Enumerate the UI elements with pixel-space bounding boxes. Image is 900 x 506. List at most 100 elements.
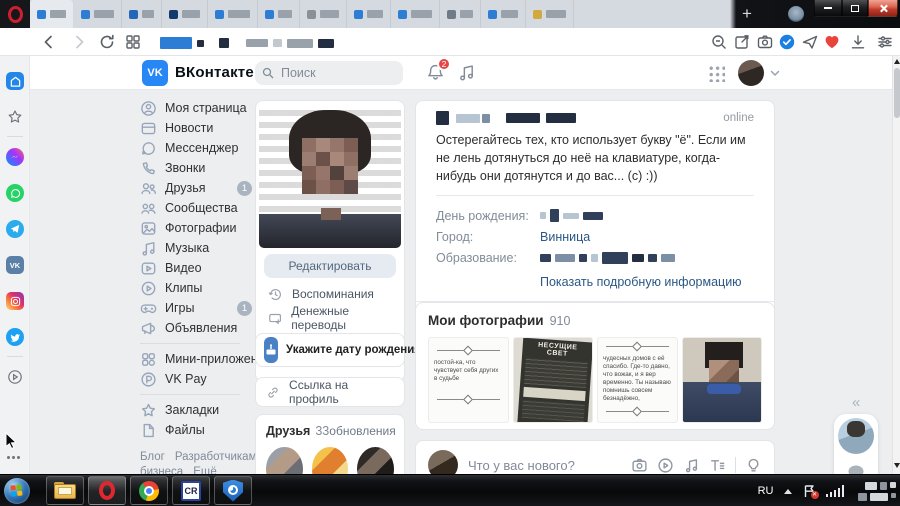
sidebar-item-vkpay[interactable]: VK Pay	[140, 369, 252, 389]
speed-dial-button[interactable]	[124, 33, 142, 51]
tab-strip[interactable]	[30, 0, 574, 28]
sidebar-item-clips[interactable]: Клипы	[140, 278, 252, 298]
taskbar-opera-button[interactable]	[88, 476, 126, 505]
send-to-device-icon[interactable]	[801, 33, 819, 51]
chevron-down-icon[interactable]	[770, 69, 780, 77]
sidebar-item-video[interactable]: Видео	[140, 258, 252, 278]
language-indicator[interactable]: RU	[758, 485, 774, 497]
browser-tab[interactable]	[526, 0, 574, 28]
profile-photo[interactable]	[259, 104, 401, 248]
browser-tab[interactable]	[208, 0, 258, 28]
composer-music-icon[interactable]	[683, 457, 700, 474]
network-signal-icon[interactable]	[826, 485, 845, 497]
photo-thumb-text-2[interactable]: чудесных домов с её спасибо. Где-то давн…	[597, 337, 678, 423]
vk-sidebar-icon[interactable]: VK	[6, 256, 24, 274]
start-button[interactable]	[4, 478, 30, 504]
back-button[interactable]	[40, 33, 58, 51]
taskbar-chrome-button[interactable]	[130, 476, 168, 505]
sidebar-item-files[interactable]: Файлы	[140, 420, 252, 440]
footer-link[interactable]: Блог	[140, 451, 165, 463]
friends-title[interactable]: Друзья	[266, 424, 310, 438]
browser-tab[interactable]	[258, 0, 300, 28]
browser-tab[interactable]	[481, 0, 526, 28]
chat-collapse-chevron[interactable]: «	[852, 394, 858, 411]
new-tab-button[interactable]: +	[736, 2, 758, 26]
vk-logo-text[interactable]: ВКонтакте	[175, 64, 254, 81]
address-bar[interactable]	[160, 37, 334, 49]
composer-article-icon[interactable]	[709, 457, 726, 474]
music-header-icon[interactable]	[457, 63, 476, 82]
snapshot-icon[interactable]	[733, 33, 751, 51]
tab-search-icon[interactable]	[788, 6, 804, 22]
sidebar-item-news[interactable]: Новости	[140, 118, 252, 138]
composer-avatar[interactable]	[428, 450, 458, 474]
header-avatar[interactable]	[738, 60, 764, 86]
taskbar-shield-button[interactable]	[214, 476, 252, 505]
sidebar-item-miniapps[interactable]: Мини-приложения	[140, 349, 252, 369]
sidebar-item-communities[interactable]: Сообщества	[140, 198, 252, 218]
sidebar-item-user[interactable]: Моя страница	[140, 98, 252, 118]
close-button[interactable]	[868, 0, 898, 17]
chat-bubble-icon[interactable]	[847, 464, 865, 474]
sidebar-item-ads[interactable]: Объявления	[140, 318, 252, 338]
composer-idea-icon[interactable]	[745, 457, 762, 474]
friend-avatar[interactable]	[266, 447, 303, 474]
composer-placeholder[interactable]: Что у вас нового?	[468, 458, 575, 473]
sidebar-item-bookmarks[interactable]: Закладки	[140, 400, 252, 420]
detail-value-link[interactable]: Винница	[540, 230, 590, 244]
chat-contact-avatar[interactable]	[838, 418, 874, 454]
telegram-icon[interactable]	[6, 220, 24, 238]
reload-button[interactable]	[98, 33, 116, 51]
instagram-icon[interactable]	[6, 292, 24, 310]
sidebar-item-calls[interactable]: Звонки	[140, 158, 252, 178]
tray-expand-icon[interactable]	[784, 489, 792, 494]
show-more-link[interactable]: Показать подробную информацию	[416, 268, 774, 291]
photo-thumb-poster[interactable]: НЕСУЩИЕ СВЕТ	[513, 337, 594, 423]
sidebar-item-messenger[interactable]: Мессенджер	[140, 138, 252, 158]
friend-avatar[interactable]	[312, 447, 349, 474]
player-icon[interactable]	[6, 368, 24, 386]
photo-thumb-portrait[interactable]	[682, 337, 763, 423]
photo-thumb-text-1[interactable]: постой-ка, что чувствует себя других в с…	[428, 337, 509, 423]
search-input[interactable]	[255, 61, 403, 85]
footer-link[interactable]: Разработчикам	[175, 451, 257, 463]
edit-profile-button[interactable]: Редактировать	[264, 254, 396, 278]
browser-tab[interactable]	[162, 0, 208, 28]
sidebar-more-icon[interactable]	[7, 456, 20, 459]
bookmark-heart-icon[interactable]	[823, 33, 841, 51]
sidebar-item-photos[interactable]: Фотографии	[140, 218, 252, 238]
zoom-out-icon[interactable]	[710, 33, 728, 51]
clock-redacted[interactable]	[858, 482, 896, 501]
scroll-down-arrow[interactable]	[894, 463, 900, 468]
scrollbar-thumb[interactable]	[894, 68, 900, 118]
forward-button[interactable]	[70, 33, 88, 51]
friends-updates-link[interactable]: обновления	[329, 424, 395, 438]
profile-link-card[interactable]: Ссылка на профиль	[255, 377, 405, 407]
vpn-shield-icon[interactable]	[778, 33, 796, 51]
browser-tab[interactable]	[440, 0, 481, 28]
browser-tab[interactable]	[122, 0, 162, 28]
sidebar-item-music[interactable]: Музыка	[140, 238, 252, 258]
minimize-button[interactable]	[814, 0, 842, 17]
bookmarks-star-icon[interactable]	[6, 108, 24, 126]
taskbar-explorer-button[interactable]	[46, 476, 84, 505]
birthday-prompt-card[interactable]: Укажите дату рождения ✕	[255, 333, 405, 367]
browser-tab[interactable]	[74, 0, 122, 28]
whatsapp-icon[interactable]	[6, 184, 24, 202]
page-scrollbar[interactable]	[892, 56, 900, 474]
maximize-button[interactable]	[842, 0, 868, 17]
taskbar-cr-button[interactable]: CR	[172, 476, 210, 505]
photos-title[interactable]: Мои фотографии	[428, 313, 544, 328]
sidebar-item-games[interactable]: Игры1	[140, 298, 252, 318]
footer-link[interactable]: Ещё	[193, 466, 217, 474]
download-icon[interactable]	[849, 33, 867, 51]
composer-video-icon[interactable]	[657, 457, 674, 474]
action-center-flag-icon[interactable]: ✕	[802, 484, 816, 498]
browser-tab[interactable]	[300, 0, 347, 28]
easy-setup-icon[interactable]	[876, 33, 894, 51]
vk-logo[interactable]: VK	[142, 60, 168, 86]
twitter-icon[interactable]	[6, 328, 24, 346]
composer-photo-icon[interactable]	[631, 457, 648, 474]
apps-grid-icon[interactable]	[708, 65, 725, 82]
money-transfers-row[interactable]: Денежные переводы	[259, 306, 401, 330]
